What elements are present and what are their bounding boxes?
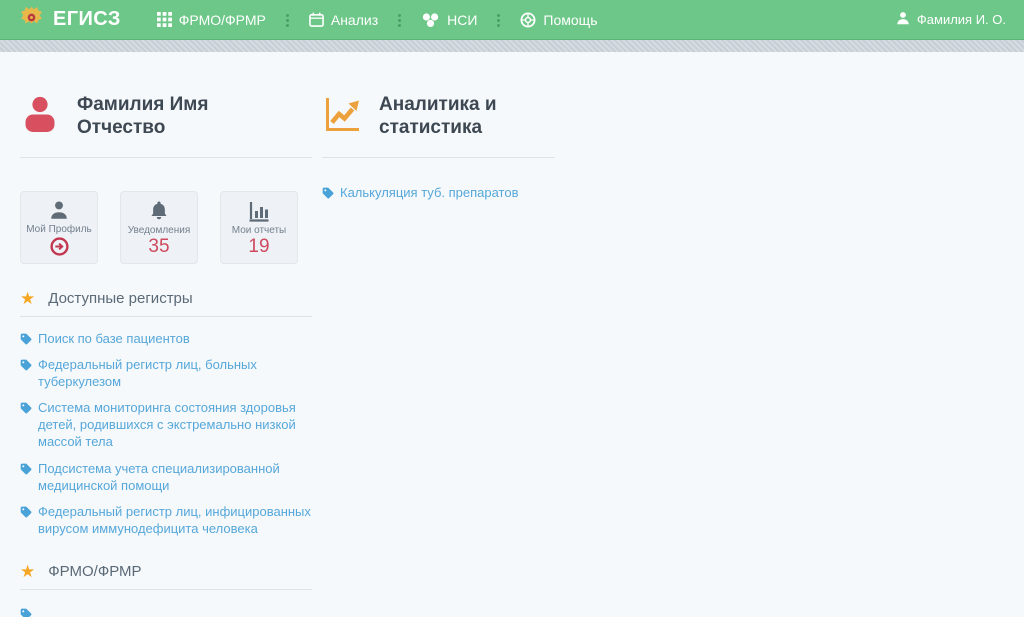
link-label: Подсистема учета специализированной меди… — [38, 461, 280, 493]
tile-my-reports[interactable]: Мои отчеты 19 — [220, 191, 298, 264]
tag-icon — [322, 186, 334, 203]
link-patient-search[interactable]: Поиск по базе пациентов — [20, 330, 312, 347]
help-icon — [520, 12, 536, 28]
tag-icon — [20, 607, 32, 617]
user-icon — [896, 11, 910, 28]
reports-count: 19 — [248, 237, 269, 256]
bar-chart-icon — [247, 199, 271, 222]
arrow-circle-icon — [50, 237, 69, 256]
analytics-column: Аналитика и статистика Калькуляция туб. … — [322, 94, 555, 210]
nav-item-nsi[interactable]: НСИ — [421, 12, 477, 28]
link-label: Калькуляция туб. препаратов — [340, 185, 519, 200]
link-label: Федеральный регистр лиц, больных туберку… — [38, 357, 257, 389]
nav-item-analiz[interactable]: Анализ — [309, 12, 378, 28]
tile-label: Уведомления — [128, 225, 191, 236]
registers-heading: ★ Доступные регистры — [20, 290, 312, 307]
profile-name: Фамилия Имя Отчество — [77, 94, 242, 140]
link-label: Федеральный регистр лиц, инфицированных … — [38, 504, 311, 536]
tile-my-profile[interactable]: Мой Профиль — [20, 191, 98, 264]
link-tb-drug-calculation[interactable]: Калькуляция туб. препаратов — [322, 184, 555, 201]
user-menu[interactable]: Фамилия И. О. — [896, 11, 1006, 28]
profile-header: Фамилия Имя Отчество — [20, 94, 312, 140]
trending-chart-icon — [322, 94, 362, 134]
divider — [20, 157, 312, 158]
profile-person-icon — [20, 94, 60, 134]
link-label: Поиск по базе пациентов — [38, 331, 190, 346]
nav-item-help[interactable]: Помощь — [520, 12, 597, 28]
link-hiv-register[interactable]: Федеральный регистр лиц, инфицированных … — [20, 503, 312, 537]
link-label: Система мониторинга состояния здоровья д… — [38, 400, 296, 449]
nav-separator — [286, 13, 289, 27]
page-shadow-bar — [0, 40, 1024, 52]
star-icon: ★ — [20, 290, 35, 307]
app-title: ЕГИСЗ — [53, 8, 121, 31]
registers-title: Доступные регистры — [48, 290, 192, 307]
nav-item-label: ФРМО/ФРМР — [179, 12, 266, 28]
notifications-count: 35 — [148, 237, 169, 256]
star-icon: ★ — [20, 563, 35, 580]
analytics-links: Калькуляция туб. препаратов — [322, 184, 555, 201]
analytics-title: Аналитика и статистика — [379, 94, 544, 140]
grid-icon — [157, 12, 172, 27]
tag-icon — [20, 358, 32, 375]
analytics-header: Аналитика и статистика — [322, 94, 555, 140]
bell-icon — [148, 199, 170, 222]
nav-item-label: НСИ — [447, 12, 477, 28]
clipped-link[interactable] — [20, 607, 312, 617]
divider — [20, 316, 312, 317]
divider — [322, 157, 555, 158]
tile-notifications[interactable]: Уведомления 35 — [120, 191, 198, 264]
tag-icon — [20, 401, 32, 418]
tag-icon — [20, 462, 32, 479]
tile-label: Мои отчеты — [232, 225, 287, 236]
person-icon — [48, 198, 70, 221]
nav-separator — [497, 13, 500, 27]
frmo-heading: ★ ФРМО/ФРМР — [20, 563, 312, 580]
registers-links: Поиск по базе пациентов Федеральный реги… — [20, 330, 312, 538]
tile-label: Мой Профиль — [26, 224, 92, 235]
cubes-icon — [421, 12, 440, 28]
tag-icon — [20, 332, 32, 349]
nav-item-label: Анализ — [331, 12, 378, 28]
nav-item-label: Помощь — [543, 12, 597, 28]
calendar-icon — [309, 12, 324, 27]
link-children-monitoring[interactable]: Система мониторинга состояния здоровья д… — [20, 399, 312, 450]
nav-separator — [398, 13, 401, 27]
divider — [20, 589, 312, 590]
profile-column: Фамилия Имя Отчество Мой Профиль — [20, 94, 312, 617]
nav-item-frmo-frmr[interactable]: ФРМО/ФРМР — [157, 12, 266, 28]
profile-tiles: Мой Профиль Уведомления 35 — [20, 191, 312, 264]
link-specialized-care[interactable]: Подсистема учета специализированной меди… — [20, 460, 312, 494]
tag-icon — [20, 505, 32, 522]
top-navbar: ЕГИСЗ ФРМО/ФРМР Анализ — [0, 0, 1024, 40]
coat-of-arms-logo — [18, 4, 45, 36]
main-content: Фамилия Имя Отчество Мой Профиль — [0, 52, 1024, 534]
user-name: Фамилия И. О. — [917, 12, 1006, 27]
frmo-title: ФРМО/ФРМР — [48, 563, 141, 580]
link-tb-register[interactable]: Федеральный регистр лиц, больных туберку… — [20, 356, 312, 390]
